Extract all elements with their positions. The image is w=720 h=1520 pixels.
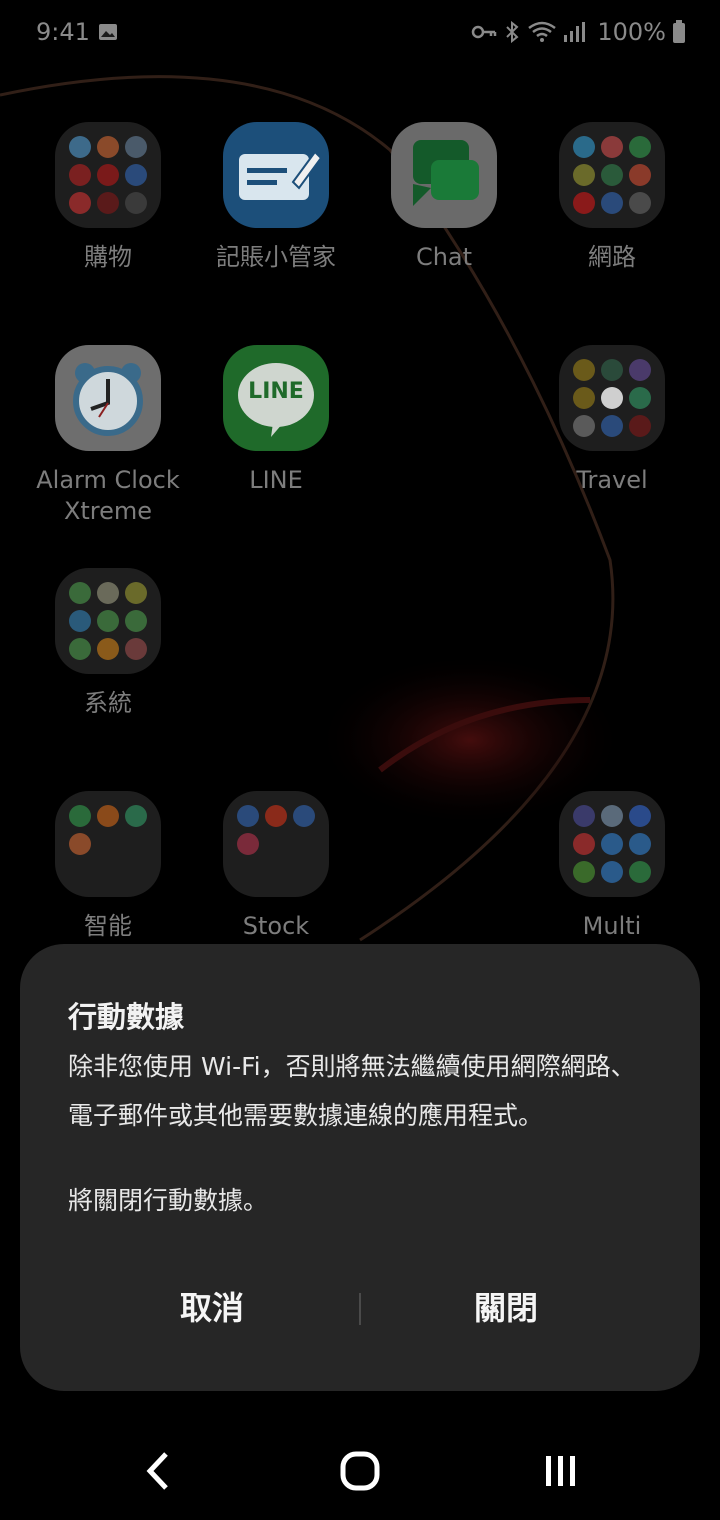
- gallery-notification-icon: [99, 24, 117, 40]
- app-chat[interactable]: Chat: [360, 122, 528, 273]
- folder-icon: [55, 791, 161, 897]
- dialog-message-secondary: 將關閉行動數據。: [68, 1186, 269, 1215]
- app-label: LINE: [249, 466, 303, 494]
- app-label: 購物: [84, 243, 132, 271]
- folder-smart[interactable]: 智能: [24, 791, 192, 942]
- folder-system[interactable]: 系統: [24, 568, 192, 719]
- app-label: Stock: [242, 912, 310, 940]
- app-label: 智能: [84, 912, 132, 940]
- line-logo-text: LINE: [248, 379, 304, 404]
- line-icon: LINE: [223, 345, 329, 451]
- app-alarm-clock[interactable]: Alarm Clock Xtreme: [24, 345, 192, 527]
- dialog-title: 行動數據: [68, 1000, 185, 1034]
- ledger-icon: [223, 122, 329, 228]
- folder-network[interactable]: 網路: [528, 122, 696, 273]
- alarm-clock-icon: [55, 345, 161, 451]
- app-label: Alarm Clock Xtreme: [36, 466, 180, 525]
- app-label: Chat: [415, 243, 473, 271]
- dialog-message: 除非您使用 Wi-Fi，否則將無法繼續使用網際網路、電子郵件或其他需要數據連線的…: [68, 1052, 636, 1130]
- status-bar: 9:41 100%: [0, 0, 720, 68]
- turn-off-button[interactable]: 關閉: [356, 1280, 656, 1336]
- bluetooth-icon: [506, 20, 519, 44]
- battery-icon: [673, 20, 685, 43]
- recent-apps-icon: [546, 1456, 575, 1486]
- folder-travel[interactable]: Travel: [528, 345, 696, 496]
- chat-icon: [391, 122, 497, 228]
- signal-icon: [564, 22, 586, 42]
- app-accounting[interactable]: 記賬小管家: [192, 122, 360, 273]
- back-button[interactable]: [128, 1448, 188, 1494]
- home-icon: [340, 1451, 380, 1491]
- folder-stock[interactable]: Stock: [192, 791, 360, 942]
- mobile-data-dialog: 行動數據 除非您使用 Wi-Fi，否則將無法繼續使用網際網路、電子郵件或其他需要…: [20, 944, 700, 1391]
- folder-shopping[interactable]: 購物: [24, 122, 192, 273]
- back-icon: [146, 1452, 168, 1490]
- key-icon: [472, 25, 497, 39]
- folder-icon: [223, 791, 329, 897]
- folder-icon: [55, 122, 161, 228]
- folder-icon: [559, 345, 665, 451]
- app-label: Multi: [582, 912, 642, 940]
- recents-button[interactable]: [530, 1448, 590, 1494]
- navigation-bar: [0, 1420, 720, 1520]
- app-label: 記賬小管家: [216, 243, 336, 271]
- folder-multi[interactable]: Multi: [528, 791, 696, 942]
- app-label: Travel: [576, 466, 648, 494]
- app-label: 網路: [588, 243, 636, 271]
- app-label: 系統: [84, 689, 132, 717]
- folder-icon: [559, 122, 665, 228]
- status-time: 9:41: [36, 18, 90, 46]
- home-button[interactable]: [330, 1448, 390, 1494]
- folder-icon: [559, 791, 665, 897]
- folder-icon: [55, 568, 161, 674]
- cancel-button[interactable]: 取消: [62, 1280, 362, 1336]
- wifi-icon: [528, 21, 557, 42]
- battery-percent: 100%: [597, 18, 666, 46]
- app-line[interactable]: LINE LINE: [192, 345, 360, 496]
